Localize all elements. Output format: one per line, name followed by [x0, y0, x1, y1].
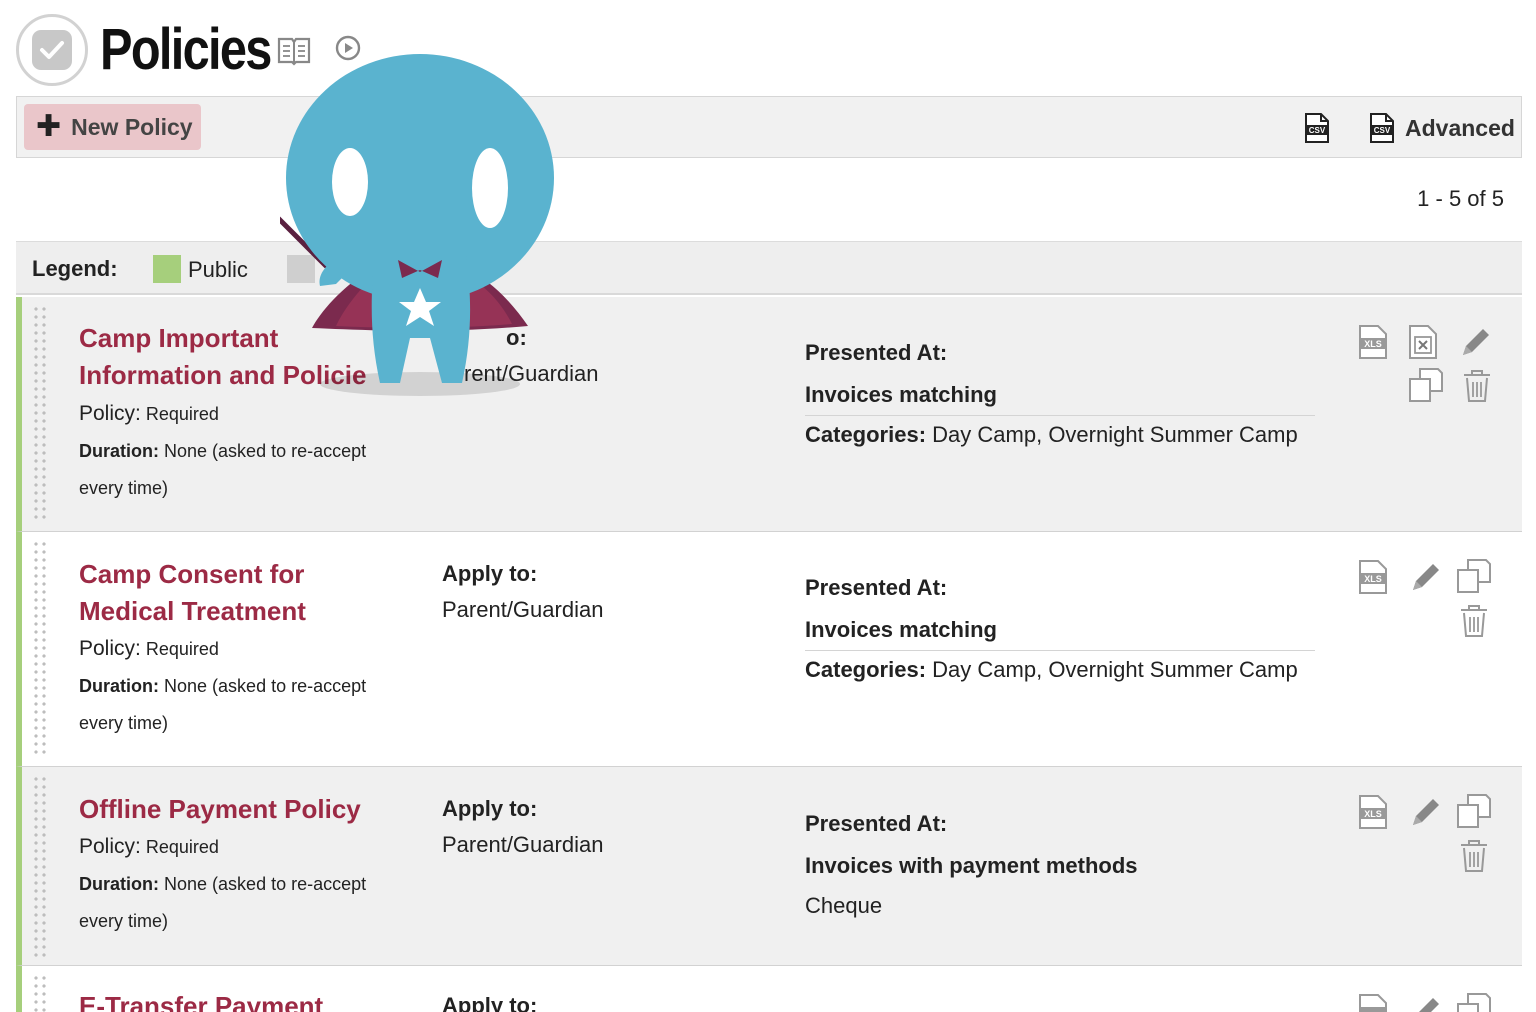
policy-key: Policy:: [79, 637, 141, 660]
pencil-icon[interactable]: [1459, 325, 1493, 359]
policy-title-line: Offline Payment Policy: [79, 794, 361, 824]
policy-row[interactable]: Camp Important Information and Policie P…: [16, 297, 1522, 532]
policy-row[interactable]: Offline Payment Policy Policy: Required …: [16, 767, 1522, 966]
presented-heading: Presented At:: [805, 575, 948, 600]
duration-key: Duration:: [79, 874, 159, 894]
copy-icon[interactable]: [1456, 793, 1492, 829]
drag-handle[interactable]: [32, 540, 48, 758]
presented-sub: Invoices matching: [805, 374, 1315, 416]
new-policy-button[interactable]: ✚ New Policy: [24, 104, 201, 150]
duration-key: Duration:: [79, 441, 159, 461]
presented-heading: Presented At:: [805, 811, 948, 836]
policy-value: Required: [145, 404, 219, 424]
apply-to: Apply to:: [442, 988, 537, 1012]
apply-to: Apply to: Parent/Guardian: [442, 556, 603, 628]
policy-title[interactable]: E-Transfer Payment: [79, 988, 419, 1012]
duration-value: None (asked to re-accept: [164, 676, 367, 696]
pencil-icon[interactable]: [1409, 994, 1443, 1012]
policy-title-line: E-Transfer Payment: [79, 991, 324, 1012]
duration-value-cont: every time): [79, 713, 169, 733]
categories-value: Day Camp, Overnight Summer Camp: [932, 422, 1298, 447]
apply-value: Parent/Guardian: [442, 597, 604, 622]
csv-icon: CSV: [1370, 113, 1394, 143]
presented-sub: Invoices matching: [805, 609, 1315, 651]
x-file-icon[interactable]: [1408, 324, 1438, 360]
advanced-label: Advanced: [1405, 114, 1515, 141]
presented-at: Presented At: Invoices matching Categori…: [805, 332, 1315, 454]
copy-icon[interactable]: [1408, 367, 1444, 403]
legend-public-label: Public: [188, 257, 248, 282]
payment-method: Cheque: [805, 893, 883, 918]
drag-handle[interactable]: [32, 775, 48, 957]
advanced-export-button[interactable]: CSV Advanced: [1369, 112, 1515, 144]
apply-value: Parent/Guardian: [442, 832, 604, 857]
xls-icon[interactable]: XLS: [1358, 324, 1388, 360]
xls-icon[interactable]: XLS: [1358, 794, 1388, 830]
presented-at: Presented At: Invoices with payment meth…: [805, 803, 1315, 925]
copy-icon[interactable]: [1456, 558, 1492, 594]
policy-title-line: Camp Consent for: [79, 559, 305, 589]
apply-to: Apply to: Parent/Guardian: [442, 791, 603, 863]
policy-value: Required: [145, 837, 219, 857]
policy-title-line: Medical Treatment: [79, 596, 306, 626]
duration-value-cont: every time): [79, 911, 169, 931]
policy-meta: Policy: Required Duration: None (asked t…: [79, 395, 419, 507]
svg-text:XLS: XLS: [1364, 339, 1382, 349]
svg-text:XLS: XLS: [1364, 809, 1382, 819]
apply-heading: Apply to:: [442, 561, 538, 586]
policy-key: Policy:: [79, 835, 141, 858]
duration-value: None (asked to re-accept: [164, 874, 367, 894]
apply-heading: Apply to:: [442, 796, 538, 821]
plus-icon: ✚: [36, 110, 62, 143]
svg-text:XLS: XLS: [1364, 574, 1382, 584]
duration-key: Duration:: [79, 676, 159, 696]
legend-label: Legend:: [32, 256, 118, 281]
drag-handle[interactable]: [32, 305, 48, 523]
new-policy-label: New Policy: [71, 113, 193, 140]
trash-icon[interactable]: [1459, 839, 1489, 873]
duration-value: None (asked to re-accept: [164, 441, 367, 461]
policy-meta: Policy: Required Duration: None (asked t…: [79, 630, 419, 742]
copy-icon[interactable]: [1456, 992, 1492, 1012]
pagination-summary: 1 - 5 of 5: [1417, 186, 1504, 211]
policy-row[interactable]: E-Transfer Payment Apply to:: [16, 966, 1522, 1012]
duration-value-cont: every time): [79, 478, 169, 498]
presented-heading: Presented At:: [805, 340, 948, 365]
legend-public-swatch: [153, 255, 181, 283]
categories-key: Categories:: [805, 657, 927, 682]
xls-icon[interactable]: XLS: [1358, 559, 1388, 595]
categories-value: Day Camp, Overnight Summer Camp: [932, 657, 1298, 682]
drag-handle[interactable]: [32, 974, 48, 1012]
trash-icon[interactable]: [1459, 604, 1489, 638]
policy-title[interactable]: Camp Consent for Medical Treatment: [79, 556, 399, 630]
categories-key: Categories:: [805, 422, 927, 447]
policy-key: Policy:: [79, 402, 141, 425]
xls-icon[interactable]: [1358, 993, 1388, 1012]
legend: Legend: Public: [16, 241, 1522, 295]
trash-icon[interactable]: [1462, 369, 1492, 403]
policy-row[interactable]: Camp Consent for Medical Treatment Polic…: [16, 532, 1522, 767]
svg-text:CSV: CSV: [1309, 126, 1326, 135]
page-title: Policies: [100, 17, 272, 82]
page-header: Policies: [16, 14, 303, 86]
svg-text:CSV: CSV: [1374, 126, 1391, 135]
policy-value: Required: [145, 639, 219, 659]
policy-title[interactable]: Offline Payment Policy: [79, 791, 419, 828]
policy-meta: Policy: Required Duration: None (asked t…: [79, 828, 419, 940]
csv-icon[interactable]: CSV: [1304, 112, 1330, 144]
presented-at: Presented At: Invoices matching Categori…: [805, 567, 1315, 689]
pencil-icon[interactable]: [1409, 560, 1443, 594]
presented-sub: Invoices with payment methods: [805, 853, 1138, 878]
apply-heading: Apply to:: [442, 993, 538, 1012]
pencil-icon[interactable]: [1409, 795, 1443, 829]
status-check-icon[interactable]: [16, 14, 88, 86]
toolbar: ✚ New Policy CSV CSV Advanced: [16, 96, 1522, 158]
mascot-guide-illustration: [280, 54, 554, 396]
